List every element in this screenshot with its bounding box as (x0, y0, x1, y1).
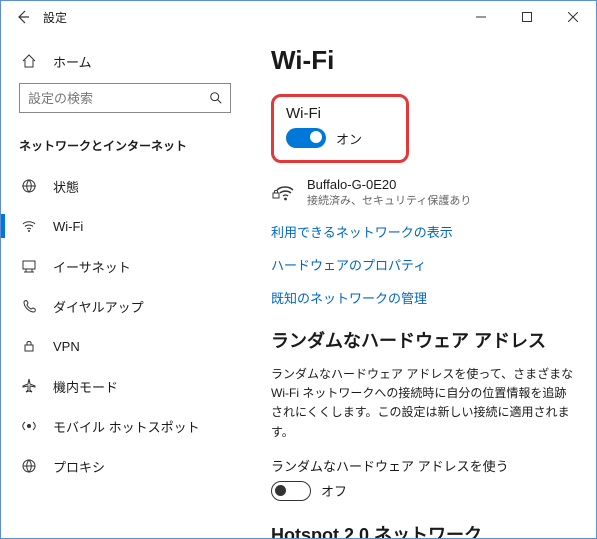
connection-ssid: Buffalo-G-0E20 (307, 177, 471, 192)
titlebar: 設定 (1, 1, 596, 33)
nav-item-label: Wi-Fi (53, 219, 83, 234)
nav-item-hotspot[interactable]: モバイル ホットスポット (1, 406, 249, 446)
window-title: 設定 (43, 9, 458, 26)
window-controls (458, 1, 596, 33)
nav-item-vpn[interactable]: VPN (1, 326, 249, 366)
settings-window: 設定 ホーム (0, 0, 597, 539)
home-icon (21, 53, 37, 69)
wifi-section-label: Wi-Fi (286, 105, 394, 122)
nav-home-label: ホーム (53, 52, 92, 71)
minimize-icon (476, 12, 486, 22)
close-button[interactable] (550, 1, 596, 33)
nav-item-label: イーサネット (53, 257, 131, 276)
random-mac-toggle-state: オフ (321, 481, 347, 500)
wifi-icon (21, 218, 37, 234)
random-mac-toggle[interactable] (271, 481, 311, 501)
back-arrow-icon (15, 9, 31, 25)
wifi-toggle-row: オン (286, 128, 394, 148)
maximize-icon (522, 12, 532, 22)
hotspot-icon (21, 418, 37, 434)
minimize-button[interactable] (458, 1, 504, 33)
nav-item-label: 状態 (53, 177, 79, 196)
nav-item-status[interactable]: 状態 (1, 166, 249, 206)
search-icon (209, 91, 223, 105)
nav-item-proxy[interactable]: プロキシ (1, 446, 249, 486)
nav-item-airplane[interactable]: 機内モード (1, 366, 249, 406)
ethernet-icon (21, 258, 37, 274)
close-icon (568, 12, 578, 22)
proxy-icon (21, 458, 37, 474)
main-panel: Wi-Fi Wi-Fi オン Buff (249, 33, 596, 538)
link-available-networks[interactable]: 利用できるネットワークの表示 (271, 222, 574, 241)
back-button[interactable] (15, 9, 43, 25)
nav-item-dialup[interactable]: ダイヤルアップ (1, 286, 249, 326)
nav-home[interactable]: ホーム (1, 43, 249, 79)
nav-item-label: VPN (53, 339, 80, 354)
random-mac-toggle-row: オフ (271, 481, 574, 501)
current-connection[interactable]: Buffalo-G-0E20 接続済み、セキュリティ保護あり (271, 177, 574, 208)
page-title: Wi-Fi (271, 45, 574, 76)
nav-item-label: ダイヤルアップ (53, 297, 144, 316)
wifi-toggle-state: オン (336, 129, 362, 148)
vpn-icon (21, 338, 37, 354)
wifi-secure-icon (271, 177, 295, 205)
nav-item-label: 機内モード (53, 377, 118, 396)
status-icon (21, 178, 37, 194)
search-input[interactable] (19, 83, 231, 113)
sidebar-category: ネットワークとインターネット (1, 123, 249, 166)
nav-item-label: プロキシ (53, 457, 105, 476)
nav-item-wifi[interactable]: Wi-Fi (1, 206, 249, 246)
maximize-button[interactable] (504, 1, 550, 33)
link-known-networks[interactable]: 既知のネットワークの管理 (271, 288, 574, 307)
wifi-toggle-highlight: Wi-Fi オン (271, 94, 409, 163)
nav-item-ethernet[interactable]: イーサネット (1, 246, 249, 286)
random-mac-toggle-label: ランダムなハードウェア アドレスを使う (271, 456, 574, 475)
nav-item-label: モバイル ホットスポット (53, 417, 200, 436)
hotspot-heading: Hotspot 2.0 ネットワーク (271, 521, 574, 538)
dialup-icon (21, 298, 37, 314)
wifi-toggle[interactable] (286, 128, 326, 148)
link-hardware-properties[interactable]: ハードウェアのプロパティ (271, 255, 574, 274)
content-area: ホーム ネットワークとインターネット 状態 (1, 33, 596, 538)
random-mac-heading: ランダムなハードウェア アドレス (271, 327, 574, 353)
airplane-icon (21, 378, 37, 394)
random-mac-desc: ランダムなハードウェア アドレスを使って、さまざまな Wi-Fi ネットワークへ… (271, 365, 574, 442)
sidebar: ホーム ネットワークとインターネット 状態 (1, 33, 249, 538)
search-row (1, 79, 249, 123)
connection-status: 接続済み、セキュリティ保護あり (307, 192, 471, 208)
